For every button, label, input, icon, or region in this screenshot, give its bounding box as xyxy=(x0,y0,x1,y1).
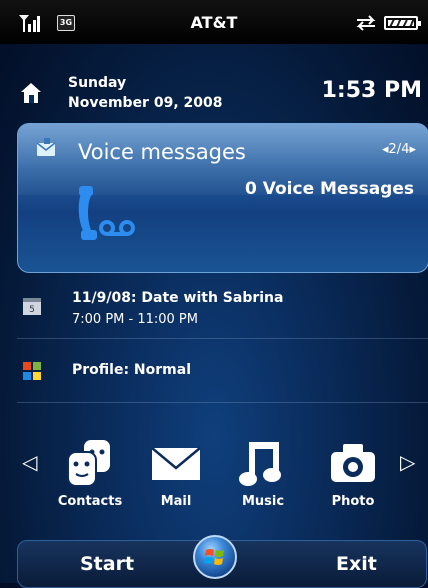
divider xyxy=(17,338,428,339)
start-softkey[interactable]: Start xyxy=(80,553,134,575)
mail-shortcut[interactable]: Mail xyxy=(136,438,216,520)
profile-label[interactable]: Profile: Normal xyxy=(72,362,191,378)
sync-arrows-icon[interactable] xyxy=(355,15,377,31)
card-pager[interactable]: ◂2/4▸ xyxy=(382,142,416,157)
appointment-title[interactable]: 11/9/08: Date with Sabrina xyxy=(72,290,283,306)
battery-icon[interactable] xyxy=(384,16,421,30)
envelope-icon xyxy=(36,138,56,156)
voice-messages-title: Voice messages xyxy=(78,140,246,164)
mail-icon xyxy=(151,447,201,480)
appointment-time[interactable]: 7:00 PM - 11:00 PM xyxy=(72,312,198,327)
windows-flag-icon xyxy=(23,362,41,380)
music-shortcut[interactable]: Music xyxy=(223,438,303,520)
voice-message-count: 0 Voice Messages xyxy=(245,179,414,199)
svg-text:5: 5 xyxy=(29,305,35,315)
contacts-label: Contacts xyxy=(57,494,123,509)
contacts-icon xyxy=(67,440,110,487)
day-label[interactable]: Sunday xyxy=(68,75,126,91)
windows-start-orb-icon[interactable] xyxy=(193,535,237,579)
contacts-shortcut[interactable]: Contacts xyxy=(50,438,130,520)
voicemail-phone-icon xyxy=(78,186,135,240)
exit-softkey[interactable]: Exit xyxy=(336,553,377,575)
music-label: Music xyxy=(241,494,285,509)
status-bar: 3G AT&T xyxy=(0,0,428,44)
mail-label: Mail xyxy=(160,494,192,509)
music-note-icon xyxy=(239,442,281,486)
calendar-icon: 5 xyxy=(23,298,41,315)
scroll-left-arrow[interactable]: ◁ xyxy=(22,450,37,474)
clock[interactable]: 1:53 PM xyxy=(322,78,422,103)
voice-messages-card[interactable]: Voice messages ◂2/4▸ 0 Voice Messages xyxy=(17,123,428,273)
scroll-right-arrow[interactable]: ▷ xyxy=(400,450,415,474)
camera-icon xyxy=(331,444,375,482)
date-label[interactable]: November 09, 2008 xyxy=(68,95,222,111)
home-icon xyxy=(21,83,41,103)
photo-label: Photo xyxy=(331,494,375,509)
photo-shortcut[interactable]: Photo xyxy=(313,438,393,520)
divider xyxy=(17,402,428,403)
